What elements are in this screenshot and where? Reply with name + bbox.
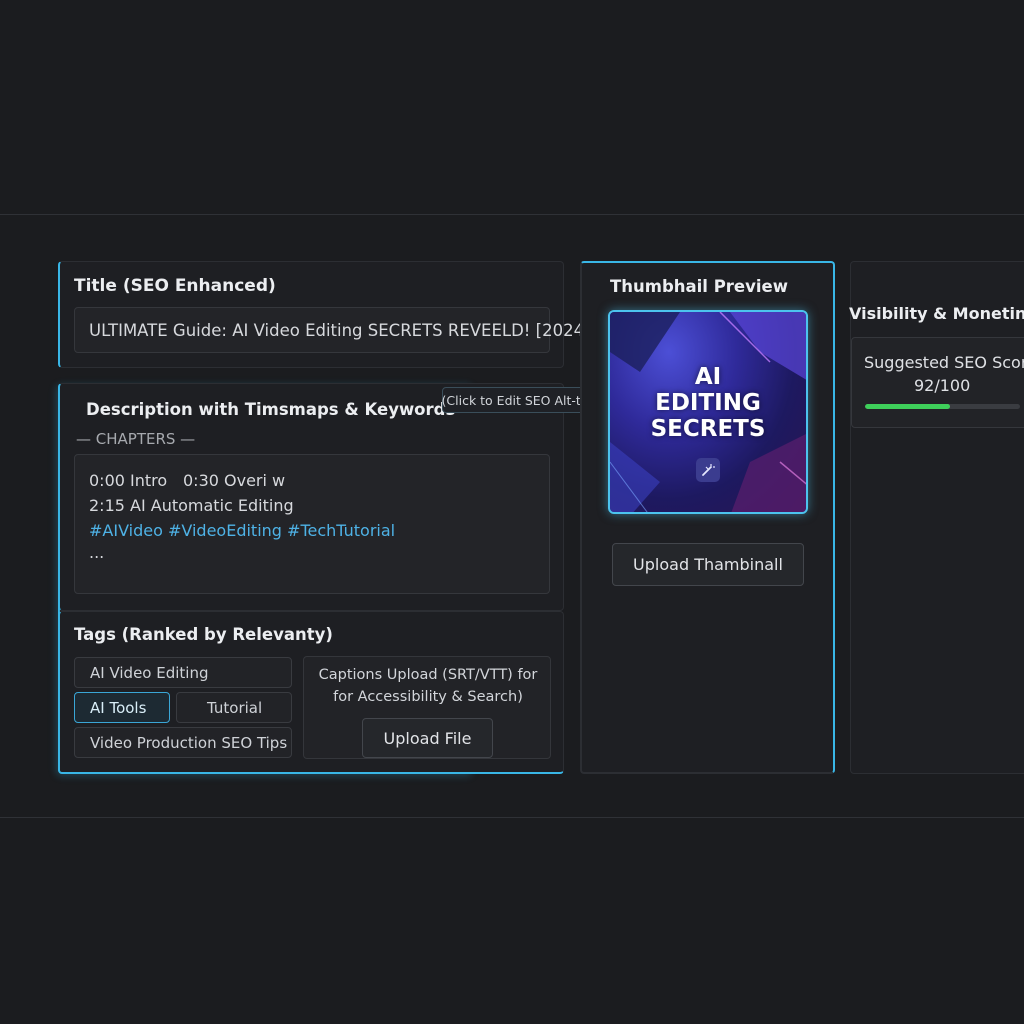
captions-panel: Captions Upload (SRT/VTT) for for Access… <box>303 656 551 759</box>
title-input-value: ULTIMATE Guide: AI Video Editing SECRETS… <box>89 321 591 340</box>
chapter-automatic-editing: 2:15 AI Automatic Editing <box>89 496 294 515</box>
seo-score-value: 92/100 <box>914 376 971 395</box>
description-hashtags: #AIVideo #VideoEditing #TechTutorial <box>89 521 396 540</box>
tag-ai-video-editing[interactable]: AI Video Editing <box>74 657 292 688</box>
seo-score-label: Suggested SEO Score <box>864 353 1024 372</box>
upload-file-button[interactable]: Upload File <box>362 718 493 758</box>
description-panel: Description with Timsmaps & Keywords — C… <box>58 383 564 611</box>
thumbnail-title-line3: SECRETS <box>650 416 766 442</box>
tags-heading: Tags (Ranked by Relevanty) <box>74 625 333 644</box>
seo-score-bar-fill <box>865 404 951 409</box>
description-textarea[interactable]: 0:00 Intro 0:30 Overi w 2:15 AI Automati… <box>74 454 550 594</box>
bottom-divider <box>0 817 1024 818</box>
seo-score-bar <box>865 404 1020 409</box>
thumbnail-title-line2: EDITING <box>655 390 761 416</box>
description-ellipsis: ... <box>89 543 105 562</box>
tag-video-production-seo-tips[interactable]: Video Production SEO Tips <box>74 727 292 758</box>
description-heading: Description with Timsmaps & Keywords <box>86 400 456 419</box>
chapters-label: — CHAPTERS — <box>76 430 196 448</box>
magic-wand-icon <box>696 458 720 482</box>
visibility-heading: Visibility & Monetinzati <box>849 304 1024 323</box>
thumbnail-image[interactable]: AI EDITING SECRETS <box>608 310 808 514</box>
visibility-panel: Visibility & Monetinzati Suggested SEO S… <box>849 261 1024 774</box>
thumbnail-panel: Thumbhail Preview AI EDITING SECRETS Upl… <box>580 261 835 774</box>
seo-score-card: Suggested SEO Score 92/100 <box>851 337 1024 428</box>
top-divider <box>0 214 1024 215</box>
tag-tutorial[interactable]: Tutorial <box>176 692 292 723</box>
thumbnail-title-line1: AI <box>694 364 722 390</box>
title-panel: Title (SEO Enhanced) ULTIMATE Guide: AI … <box>58 261 591 368</box>
upload-thumbnail-button[interactable]: Upload Thambinall <box>612 543 804 586</box>
captions-text-line2: for Accessibility & Search) <box>333 689 523 705</box>
tag-ai-tools[interactable]: AI Tools <box>74 692 170 723</box>
chapter-intro: 0:00 Intro <box>89 471 168 490</box>
chapter-overview: 0:30 Overi w <box>183 471 286 490</box>
title-heading: Title (SEO Enhanced) <box>74 276 276 296</box>
title-input[interactable]: ULTIMATE Guide: AI Video Editing SECRETS… <box>74 307 591 353</box>
captions-text-line1: Captions Upload (SRT/VTT) for <box>318 667 538 683</box>
thumbnail-heading: Thumbhail Preview <box>610 277 788 296</box>
